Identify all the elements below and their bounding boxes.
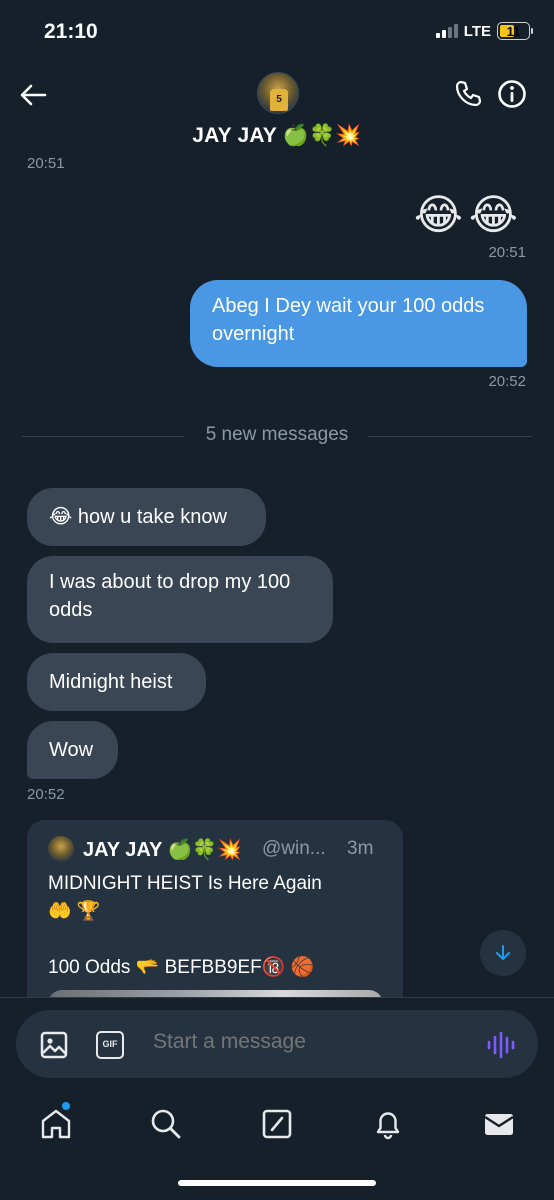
- phone-icon[interactable]: [452, 78, 484, 110]
- received-message-bubble[interactable]: Midnight heist: [27, 653, 206, 711]
- home-icon[interactable]: [38, 1106, 74, 1142]
- message-timestamp: 20:52: [27, 786, 65, 803]
- network-label: LTE: [463, 22, 491, 40]
- home-indicator: [178, 1180, 376, 1186]
- new-messages-divider: 5 new messages: [22, 422, 532, 450]
- compose-icon[interactable]: [259, 1106, 295, 1142]
- post-text: MIDNIGHT HEIST Is Here Again 🤲 🏆 100 Odd…: [48, 873, 322, 978]
- bottom-tab-bar: [0, 1092, 554, 1200]
- received-message-bubble[interactable]: Wow: [27, 721, 118, 779]
- voice-icon[interactable]: [486, 1030, 516, 1060]
- message-timestamp: 20:51: [488, 244, 526, 261]
- received-message-bubble[interactable]: 😂 how u take know: [27, 488, 266, 546]
- shared-post-card[interactable]: JAY JAY 🍏🍀💥 @win... 3m MIDNIGHT HEIST Is…: [27, 820, 403, 1020]
- battery-icon: 11: [497, 22, 533, 40]
- sent-message-bubble[interactable]: Abeg I Dey wait your 100 odds overnight: [190, 280, 527, 367]
- message-composer: GIF: [16, 1010, 538, 1078]
- gif-icon[interactable]: GIF: [96, 1031, 124, 1059]
- signal-icon: [435, 24, 458, 38]
- conversation-header: 5 JAY JAY 🍏🍀💥: [0, 60, 554, 160]
- status-indicators: LTE 11: [435, 22, 533, 40]
- media-icon[interactable]: [40, 1031, 68, 1059]
- post-time: 3m: [347, 838, 374, 859]
- notification-dot: [62, 1102, 70, 1110]
- info-icon[interactable]: [496, 78, 528, 110]
- message-input[interactable]: [153, 1030, 453, 1054]
- status-bar: 21:10 LTE 11: [0, 0, 554, 60]
- search-icon[interactable]: [148, 1106, 184, 1142]
- composer-area: GIF: [0, 997, 554, 1092]
- battery-level: 11: [506, 23, 521, 39]
- post-author-name: JAY JAY 🍏🍀💥: [83, 839, 243, 861]
- sent-emoji-message[interactable]: 😂😂: [414, 190, 524, 239]
- scroll-down-button[interactable]: [480, 930, 526, 976]
- scroll-down-icon: [496, 945, 510, 960]
- message-timestamp: 20:52: [488, 373, 526, 390]
- bell-icon[interactable]: [370, 1106, 406, 1142]
- status-time: 21:10: [44, 20, 98, 43]
- new-messages-label: 5 new messages: [205, 424, 349, 445]
- avatar: [48, 836, 74, 862]
- mail-icon[interactable]: [481, 1106, 517, 1142]
- message-timestamp: 20:51: [27, 155, 65, 172]
- conversation-title[interactable]: JAY JAY 🍏🍀💥: [0, 124, 554, 148]
- avatar-jersey-number: 5: [270, 89, 288, 111]
- back-arrow-icon[interactable]: [18, 80, 48, 110]
- received-message-bubble[interactable]: I was about to drop my 100 odds: [27, 556, 333, 643]
- post-author-handle: @win...: [262, 838, 326, 859]
- avatar[interactable]: 5: [257, 72, 299, 114]
